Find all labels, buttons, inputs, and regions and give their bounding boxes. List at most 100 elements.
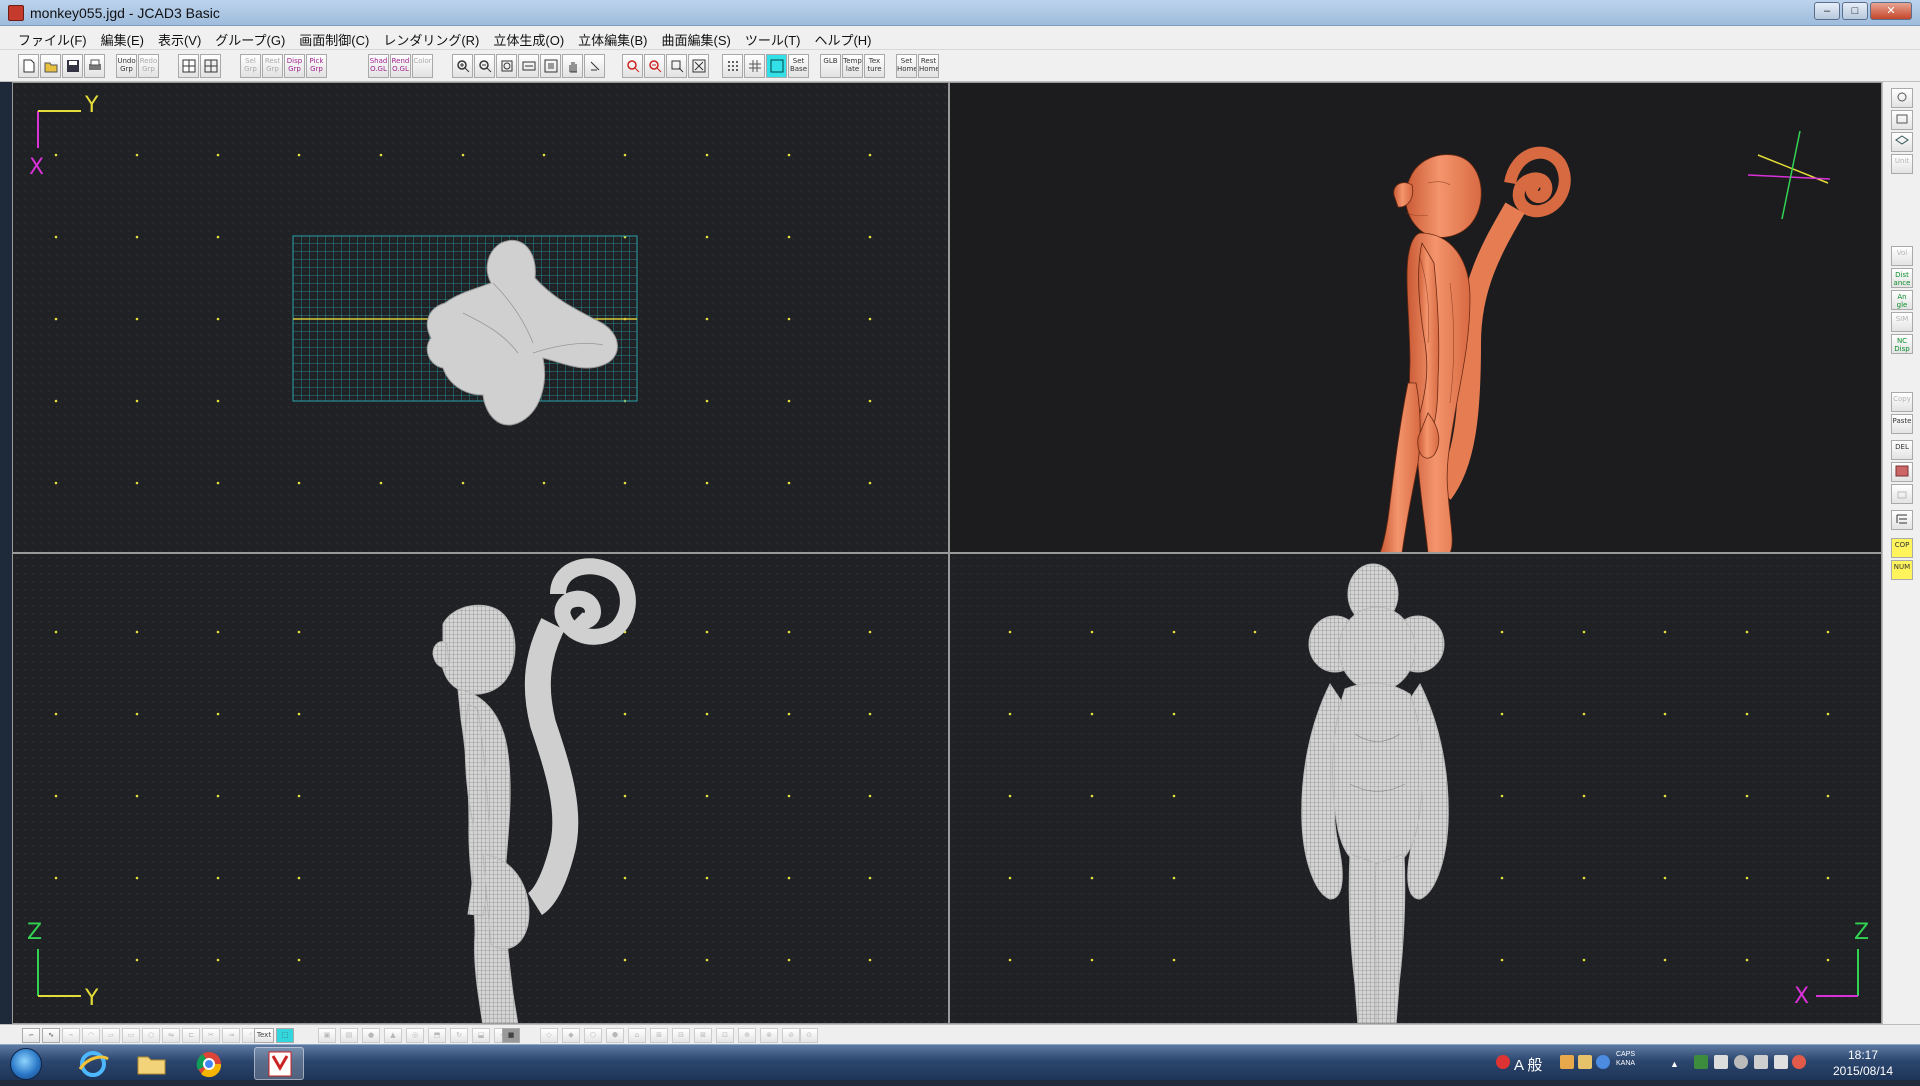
viewport-front[interactable]: Z X <box>949 553 1882 1024</box>
glb-button[interactable]: GLB <box>820 54 841 78</box>
ime-mode-label[interactable]: A 般 <box>1514 1054 1542 1075</box>
sel-grp-button[interactable]: Sel Grp <box>240 54 261 78</box>
surface-12-icon[interactable]: ⊘ <box>782 1028 800 1043</box>
surface-4-icon[interactable]: ⬢ <box>606 1028 624 1043</box>
texture-button[interactable]: Tex ture <box>864 54 885 78</box>
loft-icon[interactable]: ⬓ <box>472 1028 490 1043</box>
help-icon[interactable] <box>1596 1055 1610 1069</box>
close-button[interactable]: ✕ <box>1870 2 1912 20</box>
settings-gear-icon[interactable] <box>1734 1055 1748 1069</box>
angle-button[interactable]: An gle <box>1891 290 1913 310</box>
undo-grp-button[interactable]: Undo Grp <box>116 54 137 78</box>
save-file-icon[interactable] <box>62 54 83 78</box>
arc-tool-icon[interactable]: ◠ <box>82 1028 100 1043</box>
zoom-window-icon[interactable] <box>496 54 517 78</box>
new-file-icon[interactable] <box>18 54 39 78</box>
viewport-side[interactable]: Z Y <box>12 553 949 1024</box>
menu-edit[interactable]: 編集(E) <box>95 26 152 49</box>
distance-button[interactable]: Dist ance <box>1891 268 1913 288</box>
wireframe-toggle-icon[interactable] <box>766 54 787 78</box>
camera-icon[interactable] <box>1891 88 1913 108</box>
spline-tool-icon[interactable]: ∿ <box>42 1028 60 1043</box>
extend-tool-icon[interactable]: ⇥ <box>222 1028 240 1043</box>
paste-button[interactable]: Paste <box>1891 414 1913 434</box>
cop-button[interactable]: COP <box>1891 538 1913 558</box>
tray-expand-icon[interactable]: ▲ <box>1670 1059 1680 1069</box>
chrome-icon[interactable] <box>184 1047 234 1080</box>
text-tool-button[interactable]: Text <box>254 1028 274 1043</box>
disp-grp-button[interactable]: Disp Grp <box>284 54 305 78</box>
surface-5-icon[interactable]: ⌂ <box>628 1028 646 1043</box>
volume-muted-icon[interactable] <box>1792 1055 1806 1069</box>
rect-tool-icon[interactable]: ▭ <box>122 1028 140 1043</box>
zoom-fit-icon[interactable] <box>540 54 561 78</box>
select-tool-icon[interactable]: ⬚ <box>276 1028 294 1043</box>
trim-tool-icon[interactable]: ✂ <box>202 1028 220 1043</box>
zoom-in-icon[interactable] <box>452 54 473 78</box>
menu-file[interactable]: ファイル(F) <box>12 26 95 49</box>
rest-home-button[interactable]: Rest Home <box>918 54 939 78</box>
grid-dots-icon[interactable] <box>722 54 743 78</box>
solid-box-icon[interactable]: ▣ <box>318 1028 336 1043</box>
surface-2-icon[interactable]: ◆ <box>562 1028 580 1043</box>
template-button[interactable]: Temp late <box>842 54 863 78</box>
offset-tool-icon[interactable]: ⊏ <box>182 1028 200 1043</box>
rend-ogl-button[interactable]: Rend O.GL <box>390 54 411 78</box>
fit-view-icon[interactable] <box>1891 110 1913 130</box>
surface-7-icon[interactable]: ⊟ <box>672 1028 690 1043</box>
snap-grid-icon[interactable] <box>744 54 765 78</box>
menu-rendering[interactable]: レンダリング(R) <box>377 26 487 49</box>
layer-icon[interactable] <box>1891 132 1913 152</box>
surface-13-icon[interactable]: ⊙ <box>800 1028 818 1043</box>
gallery-icon[interactable] <box>1891 462 1913 482</box>
menu-surface-edit[interactable]: 曲面編集(S) <box>656 26 739 49</box>
set-base-button[interactable]: Set Base <box>788 54 809 78</box>
app-icon[interactable] <box>8 5 24 21</box>
pan-hand-icon[interactable] <box>562 54 583 78</box>
pick-grp-button[interactable]: Pick Grp <box>306 54 327 78</box>
del-button[interactable]: DEL <box>1891 440 1913 460</box>
maximize-button[interactable]: □ <box>1842 2 1868 20</box>
clock[interactable]: 18:17 2015/08/14 <box>1828 1047 1898 1079</box>
solid-cone-icon[interactable]: ▲ <box>384 1028 402 1043</box>
network-icon[interactable] <box>1774 1055 1788 1069</box>
menu-solid-edit[interactable]: 立体編集(B) <box>572 26 655 49</box>
menu-screen-control[interactable]: 画面制御(C) <box>293 26 377 49</box>
circle-tool-icon[interactable]: ○ <box>142 1028 160 1043</box>
start-button[interactable] <box>10 1048 42 1080</box>
solid-torus-icon[interactable]: ◎ <box>406 1028 424 1043</box>
vol-button[interactable]: Vol <box>1891 246 1913 266</box>
copy-button[interactable]: Copy <box>1891 392 1913 412</box>
sim-button[interactable]: SIM <box>1891 312 1913 332</box>
action-center-flag-icon[interactable] <box>1754 1055 1768 1069</box>
open-file-icon[interactable] <box>40 54 61 78</box>
redraw-icon[interactable] <box>688 54 709 78</box>
viewport-perspective[interactable] <box>949 82 1882 553</box>
poly-tool-icon[interactable]: ▱ <box>102 1028 120 1043</box>
surface-11-icon[interactable]: ⊗ <box>760 1028 778 1043</box>
curve-tool-icon[interactable]: ∽ <box>22 1028 40 1043</box>
menu-view[interactable]: 表示(V) <box>152 26 209 49</box>
line-tool-icon[interactable]: ⌁ <box>62 1028 80 1043</box>
menu-tools[interactable]: ツール(T) <box>739 26 809 49</box>
file-explorer-icon[interactable] <box>126 1047 176 1080</box>
solid-sphere-icon[interactable]: ● <box>362 1028 380 1043</box>
zoom-red-out-icon[interactable] <box>644 54 665 78</box>
surface-6-icon[interactable]: ⊞ <box>650 1028 668 1043</box>
redo-grp-button[interactable]: Redo Grp <box>138 54 159 78</box>
back-view-icon[interactable] <box>584 54 605 78</box>
extrude-icon[interactable]: ⬒ <box>428 1028 446 1043</box>
minimize-button[interactable]: – <box>1814 2 1840 20</box>
internet-explorer-icon[interactable] <box>68 1047 118 1080</box>
ime-bar-icon[interactable] <box>1496 1055 1510 1069</box>
surface-1-icon[interactable]: ◇ <box>540 1028 558 1043</box>
lock-icon[interactable] <box>1891 484 1913 504</box>
boolean-icon[interactable]: ■ <box>502 1028 520 1043</box>
multi-window-icon[interactable] <box>178 54 199 78</box>
menu-group[interactable]: グループ(G) <box>209 26 293 49</box>
mirror-tool-icon[interactable]: ⇋ <box>162 1028 180 1043</box>
color-button[interactable]: Color <box>412 54 433 78</box>
num-button[interactable]: NUM <box>1891 560 1913 580</box>
revolve-icon[interactable]: ↻ <box>450 1028 468 1043</box>
zoom-red-in-icon[interactable] <box>622 54 643 78</box>
